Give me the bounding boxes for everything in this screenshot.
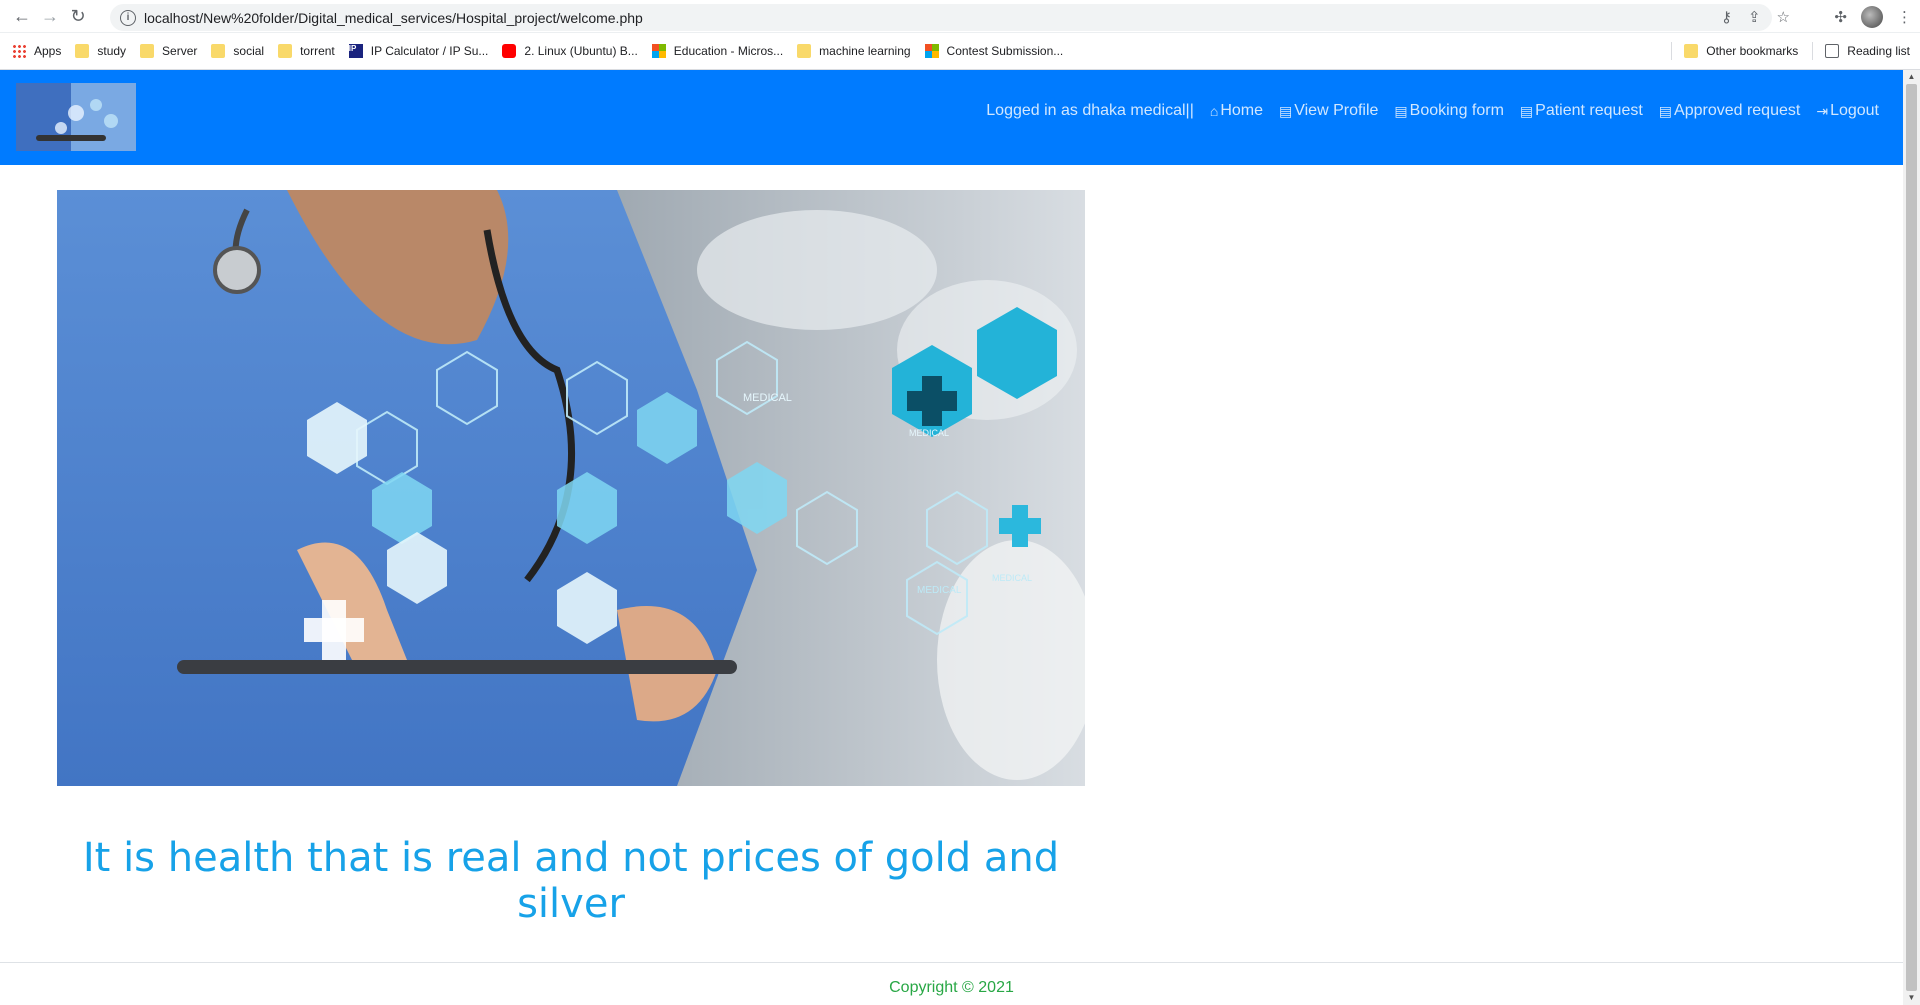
back-icon[interactable]: ← bbox=[8, 2, 36, 30]
url-text[interactable]: localhost/New%20folder/Digital_medical_s… bbox=[144, 10, 643, 26]
nav-view-profile[interactable]: ▤ View Profile bbox=[1279, 102, 1378, 120]
site-navbar: Logged in as dhaka medical|| ⌂ Home ▤ View… bbox=[0, 70, 1903, 165]
nav-logout[interactable]: ⇥ Logout bbox=[1816, 102, 1879, 120]
address-card-icon: ▤ bbox=[1519, 102, 1534, 119]
logged-in-label: Logged in as dhaka medical|| bbox=[986, 102, 1194, 119]
folder-icon bbox=[75, 44, 90, 58]
bookmark-machine-learning[interactable]: machine learning bbox=[797, 44, 911, 58]
page-viewport: Logged in as dhaka medical|| ⌂ Home ▤ View… bbox=[0, 70, 1903, 1005]
share-icon[interactable]: ⇪ bbox=[1748, 8, 1761, 26]
address-bar[interactable]: i localhost/New%20folder/Digital_medical… bbox=[110, 4, 1772, 31]
nav-approved-request[interactable]: ▤ Approved request bbox=[1659, 102, 1801, 120]
site-logo[interactable] bbox=[16, 83, 136, 151]
site-info-icon[interactable]: i bbox=[120, 9, 136, 26]
scroll-down-icon[interactable]: ▼ bbox=[1903, 991, 1920, 1005]
health-quote: It is health that is real and not prices… bbox=[82, 835, 1060, 927]
ip-icon: IP bbox=[348, 44, 363, 58]
profile-avatar[interactable] bbox=[1861, 5, 1883, 28]
apps-icon bbox=[12, 44, 26, 58]
page-scrollbar[interactable]: ▲ ▼ bbox=[1903, 70, 1920, 1005]
bookmark-education[interactable]: Education - Micros... bbox=[651, 44, 783, 58]
nav-links: Logged in as dhaka medical|| ⌂ Home ▤ View… bbox=[986, 70, 1879, 152]
bookmark-server[interactable]: Server bbox=[140, 44, 197, 58]
browser-toolbar: ← → ↻ i localhost/New%20folder/Digital_m… bbox=[0, 0, 1920, 33]
bookmark-social[interactable]: social bbox=[211, 44, 264, 58]
bookmark-apps[interactable]: Apps bbox=[12, 44, 61, 58]
bookmark-contest[interactable]: Contest Submission... bbox=[924, 44, 1063, 58]
scroll-up-icon[interactable]: ▲ bbox=[1903, 70, 1920, 84]
hex-label-medical: MEDICAL bbox=[743, 392, 792, 404]
address-card-icon: ▤ bbox=[1394, 102, 1408, 119]
extensions-icon[interactable]: ✣ bbox=[1834, 8, 1847, 26]
copyright-text: Copyright © 2021 bbox=[889, 979, 1014, 996]
bookmark-separator bbox=[1812, 42, 1814, 60]
key-icon[interactable]: ⚷ bbox=[1721, 8, 1732, 26]
menu-icon[interactable]: ⋮ bbox=[1897, 8, 1912, 26]
bookmark-study[interactable]: study bbox=[75, 44, 126, 58]
hero-image: MEDICAL MEDICAL MEDICAL MEDICAL bbox=[57, 190, 1085, 786]
logo-image bbox=[16, 83, 136, 151]
folder-icon bbox=[1684, 44, 1699, 58]
scrollbar-thumb[interactable] bbox=[1906, 84, 1917, 991]
home-icon: ⌂ bbox=[1209, 103, 1219, 119]
bookmark-separator bbox=[1671, 42, 1673, 60]
address-card-icon: ▤ bbox=[1279, 102, 1293, 119]
microsoft-icon bbox=[651, 44, 666, 58]
forward-icon[interactable]: → bbox=[36, 2, 64, 30]
reading-list[interactable]: Reading list bbox=[1825, 44, 1910, 58]
folder-icon bbox=[797, 44, 812, 58]
nav-home[interactable]: ⌂ Home bbox=[1210, 102, 1263, 120]
folder-icon bbox=[140, 44, 155, 58]
bookmarks-bar: Apps study Server social torrent IP IP Ca… bbox=[0, 33, 1920, 70]
folder-icon bbox=[211, 44, 226, 58]
page-footer: Copyright © 2021 bbox=[0, 962, 1903, 1005]
microsoft-icon bbox=[924, 44, 939, 58]
bookmark-ip-calculator[interactable]: IP IP Calculator / IP Su... bbox=[348, 44, 488, 58]
sign-out-icon: ⇥ bbox=[1816, 102, 1829, 119]
hex-label-medical: MEDICAL bbox=[909, 428, 949, 438]
hex-label-medical: MEDICAL bbox=[992, 573, 1032, 583]
reload-icon[interactable]: ↻ bbox=[64, 2, 92, 30]
nav-patient-request[interactable]: ▤ Patient request bbox=[1520, 102, 1643, 120]
youtube-icon bbox=[502, 44, 517, 58]
bookmark-linux[interactable]: 2. Linux (Ubuntu) B... bbox=[502, 44, 638, 58]
folder-icon bbox=[278, 44, 293, 58]
bookmark-other[interactable]: Other bookmarks bbox=[1684, 44, 1798, 58]
doctor-tablet-illustration: MEDICAL MEDICAL MEDICAL MEDICAL bbox=[57, 190, 1085, 786]
bookmark-torrent[interactable]: torrent bbox=[278, 44, 335, 58]
star-icon[interactable]: ☆ bbox=[1777, 8, 1790, 26]
hex-label-medical: MEDICAL bbox=[917, 585, 962, 596]
address-card-icon: ▤ bbox=[1658, 102, 1673, 119]
reading-list-icon bbox=[1825, 44, 1840, 58]
nav-booking-form[interactable]: ▤ Booking form bbox=[1394, 102, 1504, 120]
